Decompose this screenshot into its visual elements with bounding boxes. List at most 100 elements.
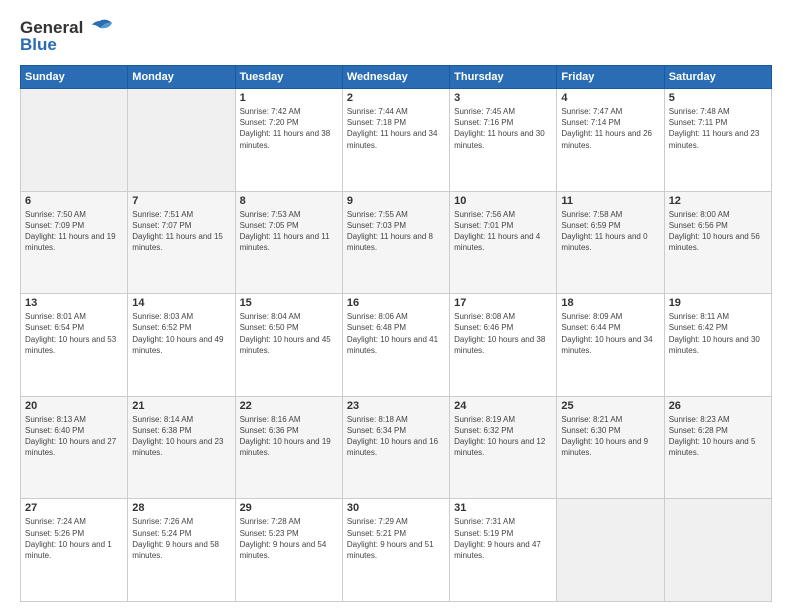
day-number: 1 [240,92,338,104]
calendar-cell: 9Sunrise: 7:55 AMSunset: 7:03 PMDaylight… [342,191,449,294]
day-info: Sunrise: 8:01 AMSunset: 6:54 PMDaylight:… [25,311,123,356]
day-number: 6 [25,195,123,207]
day-info: Sunrise: 8:00 AMSunset: 6:56 PMDaylight:… [669,209,767,254]
day-info: Sunrise: 7:31 AMSunset: 5:19 PMDaylight:… [454,516,552,561]
day-info: Sunrise: 7:50 AMSunset: 7:09 PMDaylight:… [25,209,123,254]
calendar-header-sunday: Sunday [21,66,128,89]
calendar-cell: 14 Sunrise: 8:03 AMSunset: 6:52 PMDayligh… [128,294,235,397]
day-number: 17 [454,297,552,309]
calendar-cell [128,89,235,192]
calendar-cell: 17 Sunrise: 8:08 AMSunset: 6:46 PMDayligh… [450,294,557,397]
calendar-cell: 27Sunrise: 7:24 AMSunset: 5:26 PMDayligh… [21,499,128,602]
day-number: 25 [561,400,659,412]
day-info: Sunrise: 7:42 AMSunset: 7:20 PMDaylight:… [240,106,338,151]
day-info: Sunrise: 7:44 AMSunset: 7:18 PMDaylight:… [347,106,445,151]
week-row-1: 1 Sunrise: 7:42 AMSunset: 7:20 PMDaylight… [21,89,772,192]
day-number: 30 [347,502,445,514]
day-info: Sunrise: 7:56 AMSunset: 7:01 PMDaylight:… [454,209,552,254]
day-info: Sunrise: 8:13 AMSunset: 6:40 PMDaylight:… [25,414,123,459]
calendar-cell [21,89,128,192]
day-number: 13 [25,297,123,309]
logo-blue-text: Blue [20,35,57,55]
day-number: 8 [240,195,338,207]
week-row-5: 27Sunrise: 7:24 AMSunset: 5:26 PMDayligh… [21,499,772,602]
day-number: 28 [132,502,230,514]
day-number: 22 [240,400,338,412]
calendar-cell: 19 Sunrise: 8:11 AMSunset: 6:42 PMDayligh… [664,294,771,397]
day-info: Sunrise: 7:45 AMSunset: 7:16 PMDaylight:… [454,106,552,151]
calendar-cell: 20 Sunrise: 8:13 AMSunset: 6:40 PMDayligh… [21,396,128,499]
calendar-cell: 12 Sunrise: 8:00 AMSunset: 6:56 PMDayligh… [664,191,771,294]
header: General Blue [20,18,772,55]
day-number: 24 [454,400,552,412]
calendar-cell: 3 Sunrise: 7:45 AMSunset: 7:16 PMDaylight… [450,89,557,192]
calendar-cell: 4Sunrise: 7:47 AMSunset: 7:14 PMDaylight… [557,89,664,192]
calendar-cell [664,499,771,602]
day-info: Sunrise: 7:26 AMSunset: 5:24 PMDaylight:… [132,516,230,561]
calendar-header-row: SundayMondayTuesdayWednesdayThursdayFrid… [21,66,772,89]
day-info: Sunrise: 7:24 AMSunset: 5:26 PMDaylight:… [25,516,123,561]
calendar-header-tuesday: Tuesday [235,66,342,89]
day-number: 10 [454,195,552,207]
calendar-cell: 1 Sunrise: 7:42 AMSunset: 7:20 PMDaylight… [235,89,342,192]
calendar-table: SundayMondayTuesdayWednesdayThursdayFrid… [20,65,772,602]
calendar-cell: 16Sunrise: 8:06 AMSunset: 6:48 PMDayligh… [342,294,449,397]
day-number: 2 [347,92,445,104]
day-info: Sunrise: 8:03 AMSunset: 6:52 PMDaylight:… [132,311,230,356]
day-info: Sunrise: 8:19 AMSunset: 6:32 PMDaylight:… [454,414,552,459]
day-number: 19 [669,297,767,309]
day-info: Sunrise: 7:47 AMSunset: 7:14 PMDaylight:… [561,106,659,151]
calendar-cell: 15Sunrise: 8:04 AMSunset: 6:50 PMDayligh… [235,294,342,397]
calendar-cell: 5 Sunrise: 7:48 AMSunset: 7:11 PMDaylight… [664,89,771,192]
day-info: Sunrise: 8:09 AMSunset: 6:44 PMDaylight:… [561,311,659,356]
calendar-cell: 25Sunrise: 8:21 AMSunset: 6:30 PMDayligh… [557,396,664,499]
calendar-cell: 6 Sunrise: 7:50 AMSunset: 7:09 PMDaylight… [21,191,128,294]
calendar-cell: 22 Sunrise: 8:16 AMSunset: 6:36 PMDayligh… [235,396,342,499]
calendar-cell: 7 Sunrise: 7:51 AMSunset: 7:07 PMDaylight… [128,191,235,294]
calendar-cell: 18 Sunrise: 8:09 AMSunset: 6:44 PMDayligh… [557,294,664,397]
day-info: Sunrise: 8:08 AMSunset: 6:46 PMDaylight:… [454,311,552,356]
day-number: 26 [669,400,767,412]
day-number: 5 [669,92,767,104]
day-info: Sunrise: 8:11 AMSunset: 6:42 PMDaylight:… [669,311,767,356]
day-number: 12 [669,195,767,207]
day-info: Sunrise: 8:16 AMSunset: 6:36 PMDaylight:… [240,414,338,459]
day-number: 23 [347,400,445,412]
calendar-cell [557,499,664,602]
day-number: 14 [132,297,230,309]
logo: General Blue [20,18,114,55]
day-info: Sunrise: 7:51 AMSunset: 7:07 PMDaylight:… [132,209,230,254]
calendar-cell: 21 Sunrise: 8:14 AMSunset: 6:38 PMDayligh… [128,396,235,499]
day-info: Sunrise: 7:28 AMSunset: 5:23 PMDaylight:… [240,516,338,561]
week-row-4: 20 Sunrise: 8:13 AMSunset: 6:40 PMDayligh… [21,396,772,499]
calendar-header-wednesday: Wednesday [342,66,449,89]
calendar-cell: 24 Sunrise: 8:19 AMSunset: 6:32 PMDayligh… [450,396,557,499]
day-info: Sunrise: 8:18 AMSunset: 6:34 PMDaylight:… [347,414,445,459]
day-info: Sunrise: 8:14 AMSunset: 6:38 PMDaylight:… [132,414,230,459]
calendar-cell: 2 Sunrise: 7:44 AMSunset: 7:18 PMDaylight… [342,89,449,192]
day-info: Sunrise: 7:55 AMSunset: 7:03 PMDaylight:… [347,209,445,254]
calendar-header-monday: Monday [128,66,235,89]
day-info: Sunrise: 8:06 AMSunset: 6:48 PMDaylight:… [347,311,445,356]
day-info: Sunrise: 7:29 AMSunset: 5:21 PMDaylight:… [347,516,445,561]
week-row-2: 6 Sunrise: 7:50 AMSunset: 7:09 PMDaylight… [21,191,772,294]
day-number: 18 [561,297,659,309]
day-info: Sunrise: 8:04 AMSunset: 6:50 PMDaylight:… [240,311,338,356]
calendar-cell: 23 Sunrise: 8:18 AMSunset: 6:34 PMDayligh… [342,396,449,499]
logo-bird-icon [86,19,114,37]
day-info: Sunrise: 7:48 AMSunset: 7:11 PMDaylight:… [669,106,767,151]
day-number: 3 [454,92,552,104]
day-number: 21 [132,400,230,412]
day-info: Sunrise: 7:58 AMSunset: 6:59 PMDaylight:… [561,209,659,254]
week-row-3: 13 Sunrise: 8:01 AMSunset: 6:54 PMDayligh… [21,294,772,397]
calendar-header-friday: Friday [557,66,664,89]
day-info: Sunrise: 7:53 AMSunset: 7:05 PMDaylight:… [240,209,338,254]
calendar-cell: 8 Sunrise: 7:53 AMSunset: 7:05 PMDaylight… [235,191,342,294]
day-number: 7 [132,195,230,207]
day-number: 20 [25,400,123,412]
calendar-cell: 11Sunrise: 7:58 AMSunset: 6:59 PMDayligh… [557,191,664,294]
day-number: 29 [240,502,338,514]
day-number: 31 [454,502,552,514]
calendar-cell: 13 Sunrise: 8:01 AMSunset: 6:54 PMDayligh… [21,294,128,397]
calendar-cell: 30 Sunrise: 7:29 AMSunset: 5:21 PMDayligh… [342,499,449,602]
